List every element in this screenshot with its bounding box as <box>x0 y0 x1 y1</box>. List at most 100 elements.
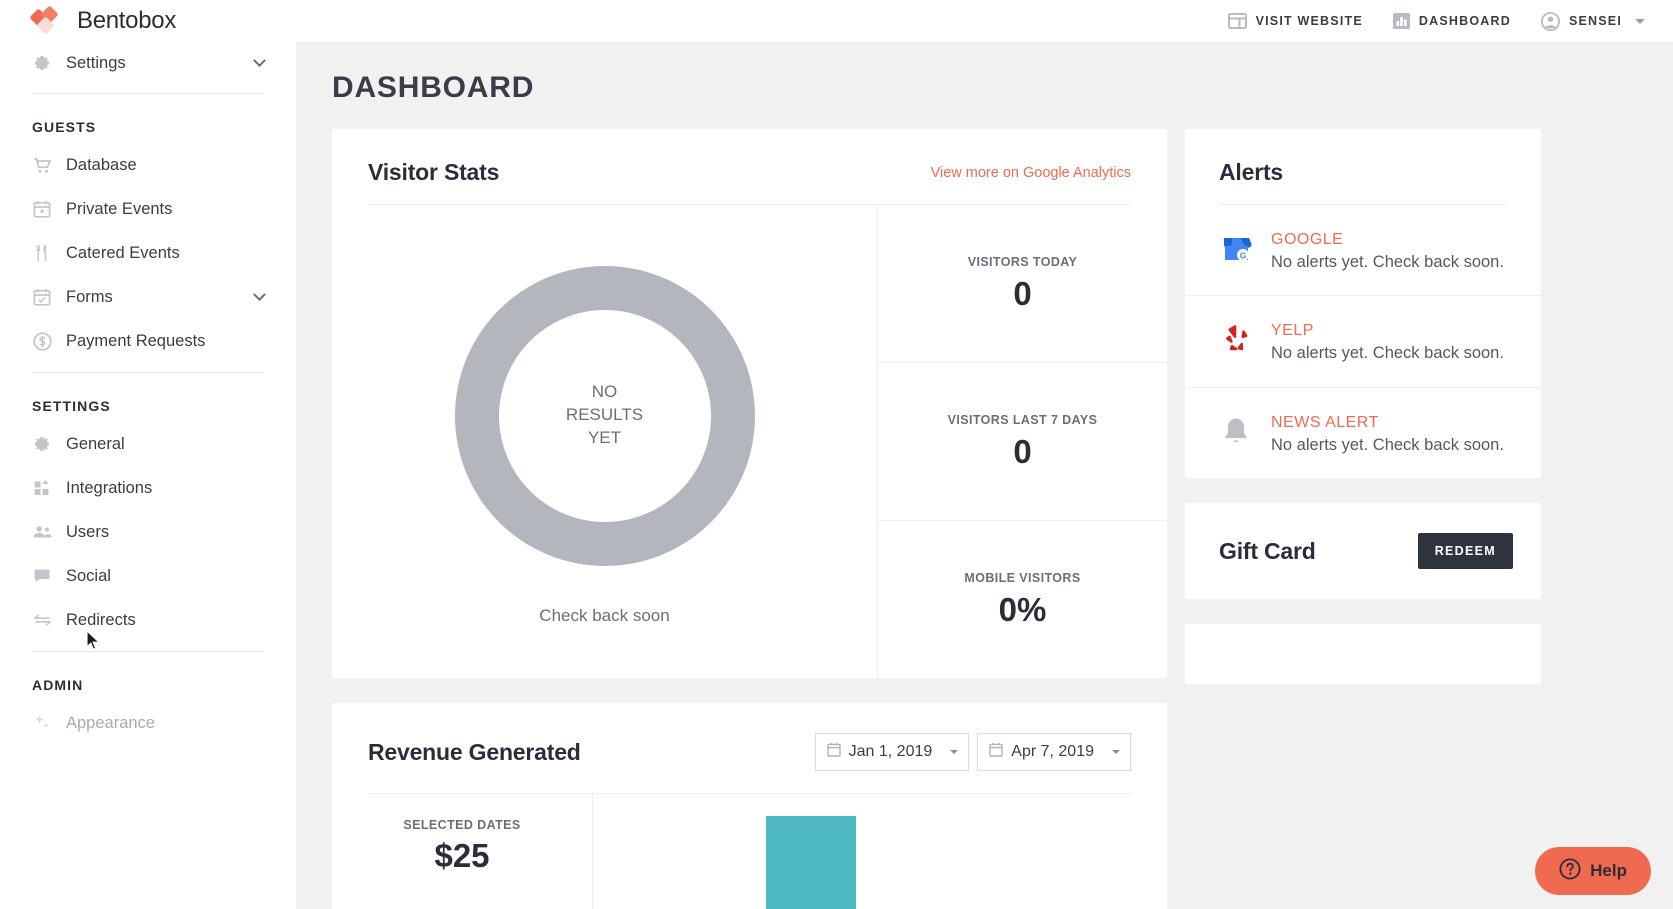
stat-label: VISITORS LAST 7 DAYS <box>948 413 1098 427</box>
chat-bubble-icon <box>32 566 52 586</box>
sidebar-label-settings-top: Settings <box>66 54 241 73</box>
sidebar-item-catered-events[interactable]: Catered Events <box>32 231 264 275</box>
user-menu[interactable]: SENSEI <box>1541 12 1645 31</box>
date-range-picker: Jan 1, 2019 Apr 7, 2019 <box>815 733 1131 771</box>
revenue-bar <box>766 816 856 909</box>
revenue-selected-label: SELECTED DATES <box>403 818 520 832</box>
sidebar-label-redirects: Redirects <box>66 611 264 630</box>
sidebar-item-payment-requests[interactable]: Payment Requests <box>32 319 264 363</box>
alerts-header: Alerts <box>1185 129 1541 204</box>
stat-visitors-today: VISITORS TODAY 0 <box>878 205 1167 362</box>
top-navigation: VISIT WEBSITE DASHBOARD SENSEI <box>1228 12 1645 31</box>
right-column: Alerts G <box>1185 129 1541 909</box>
brand-name: Bentobox <box>77 7 176 35</box>
revenue-selected-value: $25 <box>434 837 489 875</box>
redeem-button[interactable]: REDEEM <box>1418 533 1513 569</box>
fork-knife-icon <box>32 243 52 263</box>
top-bar: Bentobox VISIT WEBSITE DASHBOARD SENSEI <box>0 0 1673 42</box>
main-content: DASHBOARD Visitor Stats View more on Goo… <box>296 42 1673 909</box>
stat-mobile-visitors: MOBILE VISITORS 0% <box>878 520 1167 678</box>
gift-card-title: Gift Card <box>1219 538 1316 565</box>
svg-text:G: G <box>1239 250 1246 260</box>
sidebar-item-private-events[interactable]: Private Events <box>32 187 264 231</box>
calendar-icon <box>989 742 1003 762</box>
sparkle-icon <box>32 713 52 733</box>
end-date-picker[interactable]: Apr 7, 2019 <box>977 733 1131 771</box>
alert-item-news[interactable]: NEWS ALERT No alerts yet. Check back soo… <box>1185 387 1541 478</box>
browser-window-icon <box>1228 13 1247 29</box>
chevron-down-icon <box>950 750 958 754</box>
alerts-card: Alerts G <box>1185 129 1541 478</box>
sidebar-item-social[interactable]: Social <box>32 554 264 598</box>
visit-website-label: VISIT WEBSITE <box>1256 14 1363 28</box>
end-date-value: Apr 7, 2019 <box>1011 743 1094 761</box>
google-analytics-link[interactable]: View more on Google Analytics <box>931 165 1131 181</box>
visitor-donut-chart: NO RESULTS YET <box>455 266 755 566</box>
sidebar-label-integrations: Integrations <box>66 479 264 498</box>
diamond-cluster-icon <box>32 8 66 34</box>
stat-label: MOBILE VISITORS <box>964 571 1080 585</box>
calendar-icon <box>827 742 841 762</box>
alert-title: GOOGLE <box>1271 231 1504 249</box>
dashboard-label: DASHBOARD <box>1419 14 1511 28</box>
brand-logo[interactable]: Bentobox <box>32 7 176 35</box>
donut-text-line-1: NO <box>566 381 643 404</box>
alert-title: NEWS ALERT <box>1271 414 1504 432</box>
sidebar-item-integrations[interactable]: Integrations <box>32 466 264 510</box>
help-label: Help <box>1590 861 1627 881</box>
sidebar-section-settings: SETTINGS <box>32 382 264 422</box>
alerts-title: Alerts <box>1219 159 1507 186</box>
start-date-value: Jan 1, 2019 <box>849 743 933 761</box>
sidebar-item-database[interactable]: Database <box>32 143 264 187</box>
sidebar-item-settings-top[interactable]: Settings <box>32 42 264 84</box>
dashboard-grid: Visitor Stats View more on Google Analyt… <box>296 105 1673 909</box>
bar-chart-icon <box>1393 13 1410 29</box>
user-name-label: SENSEI <box>1569 14 1622 28</box>
sidebar-label-general: General <box>66 435 264 454</box>
calendar-check-icon <box>32 287 52 307</box>
sidebar-label-database: Database <box>66 156 264 175</box>
sidebar-item-redirects[interactable]: Redirects <box>32 598 264 642</box>
visitor-stats-title: Visitor Stats <box>368 159 499 186</box>
left-column: Visitor Stats View more on Google Analyt… <box>332 129 1167 909</box>
sidebar-item-appearance[interactable]: Appearance <box>32 701 264 745</box>
sidebar-label-users: Users <box>66 523 264 542</box>
alert-message: No alerts yet. Check back soon. <box>1271 435 1504 456</box>
sidebar-item-users[interactable]: Users <box>32 510 264 554</box>
stat-value: 0% <box>999 591 1047 629</box>
sidebar-label-appearance: Appearance <box>66 714 264 733</box>
alert-message: No alerts yet. Check back soon. <box>1271 343 1504 364</box>
sidebar-section-guests: GUESTS <box>32 103 264 143</box>
sidebar-item-forms[interactable]: Forms <box>32 275 264 319</box>
visit-website-button[interactable]: VISIT WEBSITE <box>1228 13 1363 29</box>
sidebar-item-general[interactable]: General <box>32 422 264 466</box>
chevron-down-icon <box>1635 19 1645 24</box>
bell-icon <box>1219 414 1253 456</box>
start-date-picker[interactable]: Jan 1, 2019 <box>815 733 970 771</box>
revenue-header: Revenue Generated Jan 1, 2019 <box>332 703 1167 793</box>
sidebar-divider-3 <box>32 651 264 652</box>
calendar-icon <box>32 199 52 219</box>
sidebar-label-forms: Forms <box>66 288 241 307</box>
revenue-card: Revenue Generated Jan 1, 2019 <box>332 703 1167 909</box>
blocks-icon <box>32 478 52 498</box>
visitor-stats-card: Visitor Stats View more on Google Analyt… <box>332 129 1167 678</box>
alert-message: No alerts yet. Check back soon. <box>1271 252 1504 273</box>
help-button[interactable]: Help <box>1535 847 1651 895</box>
dashboard-button[interactable]: DASHBOARD <box>1393 13 1511 29</box>
sidebar-section-admin: ADMIN <box>32 661 264 701</box>
alert-item-google[interactable]: G GOOGLE No alerts yet. Check back soon. <box>1185 205 1541 295</box>
alert-yelp-text: YELP No alerts yet. Check back soon. <box>1271 322 1504 364</box>
sidebar-label-private-events: Private Events <box>66 200 264 219</box>
donut-text-line-2: RESULTS <box>566 404 643 427</box>
revenue-body: SELECTED DATES $25 <box>332 794 1167 909</box>
donut-text-line-3: YET <box>566 427 643 450</box>
sidebar-divider-2 <box>32 372 264 373</box>
visitor-donut-area: NO RESULTS YET Check back soon <box>332 205 877 678</box>
gift-card-header: Gift Card REDEEM <box>1185 503 1541 599</box>
gift-card-panel: Gift Card REDEEM <box>1185 503 1541 599</box>
stat-value: 0 <box>1013 433 1031 471</box>
alert-item-yelp[interactable]: YELP No alerts yet. Check back soon. <box>1185 295 1541 386</box>
stat-visitors-last-7-days: VISITORS LAST 7 DAYS 0 <box>878 362 1167 520</box>
alert-google-text: GOOGLE No alerts yet. Check back soon. <box>1271 231 1504 273</box>
